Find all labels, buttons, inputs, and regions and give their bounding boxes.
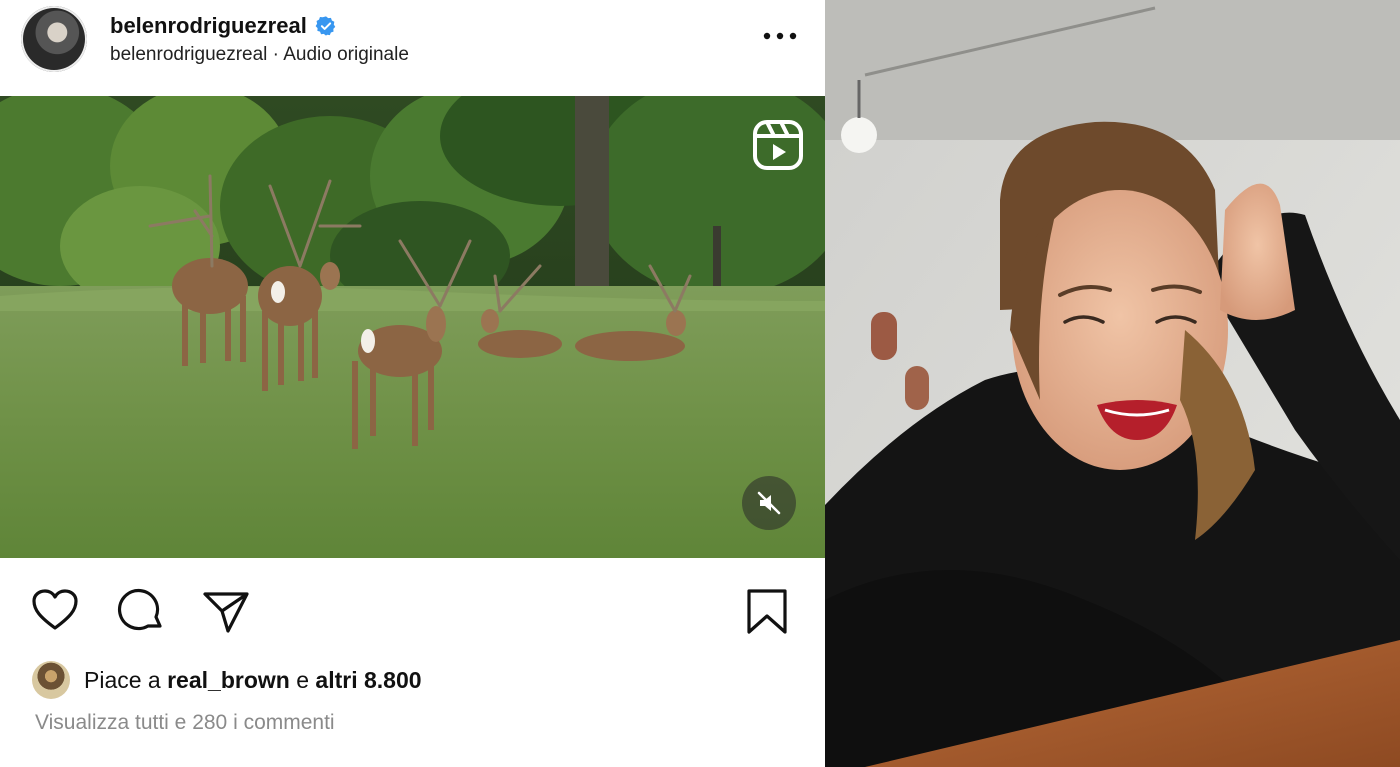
post-header: belenrodriguezreal belenrodriguezreal · … xyxy=(0,0,825,96)
heart-icon[interactable] xyxy=(30,586,80,636)
verified-badge-icon xyxy=(315,16,336,36)
instagram-post: belenrodriguezreal belenrodriguezreal · … xyxy=(0,0,825,767)
muted-speaker-icon xyxy=(757,491,781,515)
reel-icon xyxy=(753,120,803,170)
username-row: belenrodriguezreal xyxy=(110,12,337,40)
likes-row: Piace a real_brown e altri 8.800 xyxy=(32,660,422,700)
view-comments-link[interactable]: Visualizza tutti e 280 i commenti xyxy=(35,711,335,735)
username[interactable]: belenrodriguezreal xyxy=(110,13,307,39)
mute-button[interactable] xyxy=(742,476,796,530)
send-icon[interactable] xyxy=(201,586,251,636)
likes-others[interactable]: altri 8.800 xyxy=(315,667,421,693)
liker-username[interactable]: real_brown xyxy=(167,667,290,693)
reel-video-deer-in-park[interactable] xyxy=(0,96,825,558)
more-options-icon[interactable] xyxy=(760,24,800,48)
liker-avatar[interactable] xyxy=(32,661,70,699)
bookmark-icon[interactable] xyxy=(742,586,792,636)
comment-icon[interactable] xyxy=(116,586,166,636)
post-subline[interactable]: belenrodriguezreal · Audio originale xyxy=(110,44,409,66)
post-actions-bar xyxy=(0,560,825,650)
likes-prefix: Piace a xyxy=(84,666,168,693)
likes-summary[interactable]: Piace a real_brown e altri 8.800 xyxy=(84,667,422,694)
likes-middle: e xyxy=(289,666,316,693)
portrait-photo-smiling-woman xyxy=(825,0,1400,767)
profile-avatar[interactable] xyxy=(21,6,87,72)
